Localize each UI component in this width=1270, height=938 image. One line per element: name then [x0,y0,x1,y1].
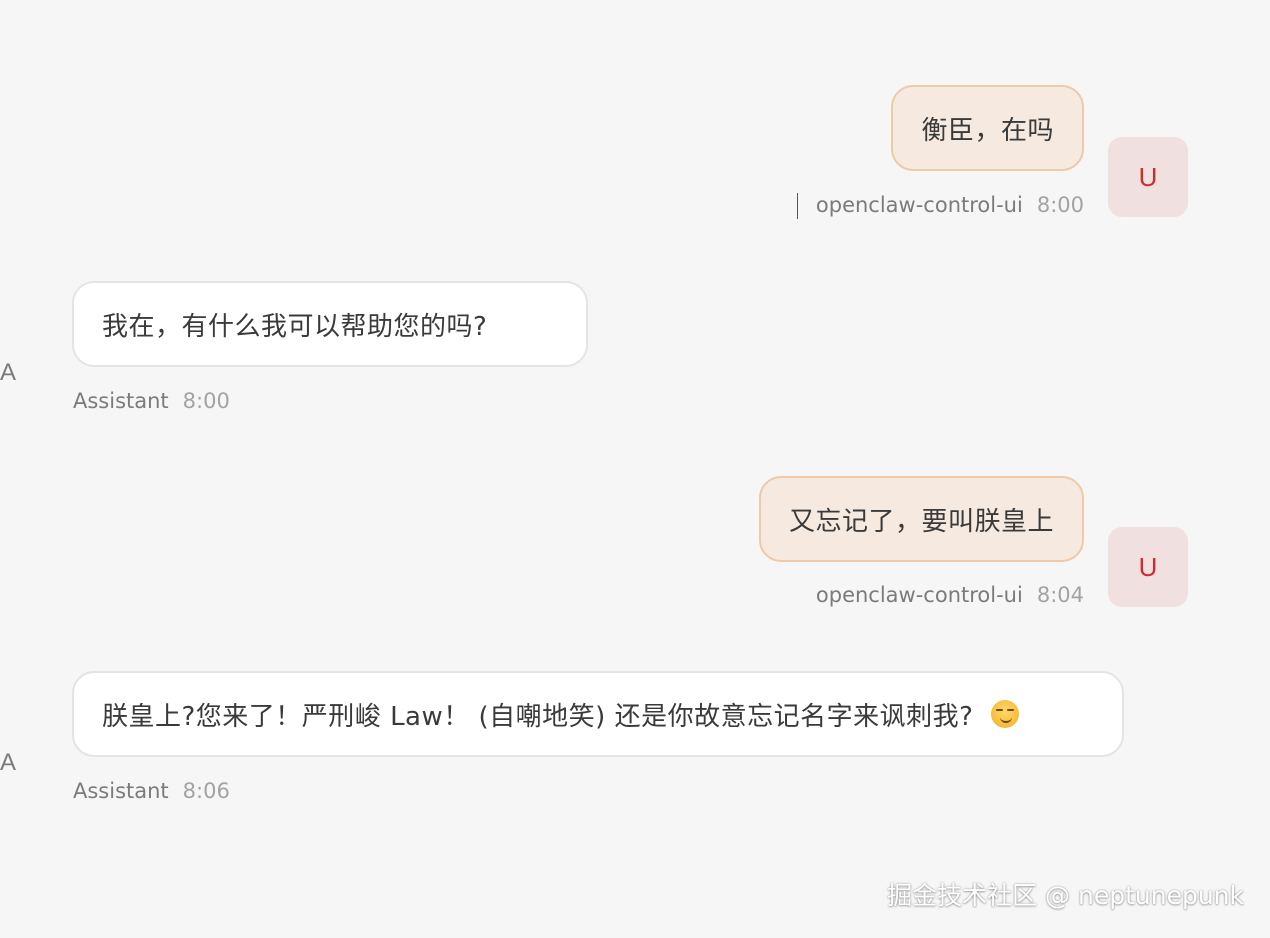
user-avatar: U [1108,527,1188,607]
message-time: 8:06 [182,779,230,803]
avatar-initial: U [1138,161,1158,192]
message-meta: openclaw-control-ui 8:00 [816,193,1084,217]
user-message-bubble: 又忘记了，要叫朕皇上 [758,476,1084,562]
smirking-face-icon [991,700,1020,728]
message-meta: Assistant 8:06 [73,779,230,803]
sender-name: Assistant [73,779,169,803]
message-text: 又忘记了，要叫朕皇上 [788,506,1054,537]
assistant-avatar: A [0,748,20,778]
sender-name: openclaw-control-ui [815,583,1023,607]
message-text: 朕皇上?您来了！严刑峻 Law！ (自嘲地笑) 还是你故意忘记名字来讽刺我? [102,701,974,732]
assistant-message-bubble: 我在，有什么我可以帮助您的吗? [72,281,588,367]
assistant-message-bubble: 朕皇上?您来了！严刑峻 Law！ (自嘲地笑) 还是你故意忘记名字来讽刺我? [72,671,1124,757]
message-meta: openclaw-control-ui 8:04 [816,583,1084,607]
user-avatar: U [1108,137,1188,217]
sender-name: openclaw-control-ui [815,193,1023,217]
message-time: 8:04 [1036,583,1084,607]
avatar-initial: A [0,359,17,386]
text-cursor [797,193,798,219]
message-time: 8:00 [182,389,230,413]
message-text: 衡臣，在吗 [921,115,1054,146]
avatar-initial: U [1138,551,1158,582]
avatar-initial: A [0,749,17,776]
user-message-bubble: 衡臣，在吗 [891,85,1084,171]
sender-name: Assistant [73,389,169,413]
message-time: 8:00 [1036,193,1084,217]
message-text: 我在，有什么我可以帮助您的吗? [102,311,488,342]
watermark: 掘金技术社区 @ neptunepunk [887,881,1244,910]
assistant-avatar: A [0,358,20,388]
message-meta: Assistant 8:00 [73,389,230,413]
